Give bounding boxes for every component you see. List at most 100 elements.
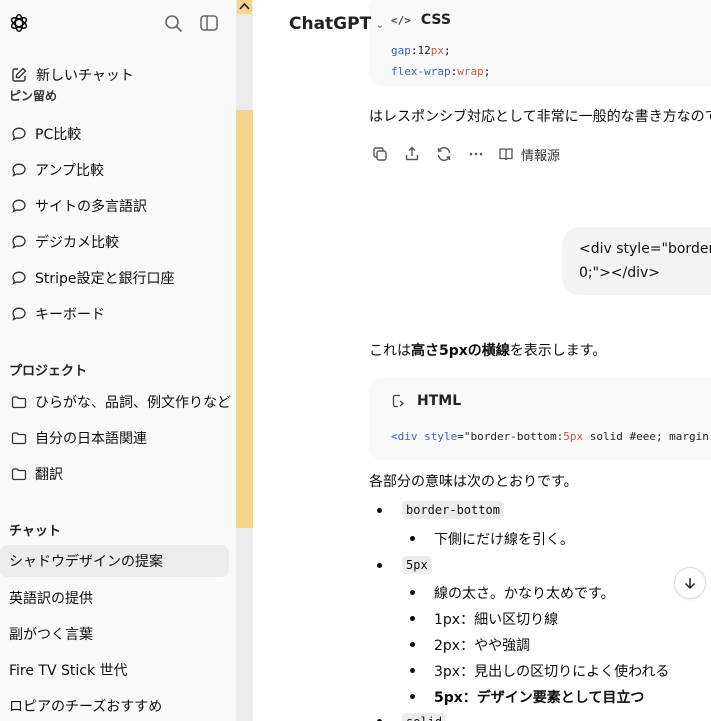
code-line: flex-wrap:wrap; xyxy=(391,65,491,78)
sidebar-item-label: アンプ比較 xyxy=(35,163,105,179)
code-value: wrap xyxy=(457,65,484,78)
code-block-css: </> CSS gap:12px; flex-wrap:wrap; xyxy=(369,0,711,86)
code-prop: gap xyxy=(391,44,411,57)
sidebar-item-project[interactable]: 自分の日本語関連 xyxy=(0,422,236,454)
sidebar-item-project[interactable]: ひらがな、品詞、例文作りなど xyxy=(0,386,236,418)
list-bullet xyxy=(410,694,415,699)
list-subitem: 5px：デザイン要素として目立つ xyxy=(434,690,645,706)
list-subitem: 線の太さ。かなり太めです。 xyxy=(434,586,615,602)
code-tag: <div xyxy=(391,430,418,443)
sidebar-item-label: 英語訳の提供 xyxy=(9,591,93,607)
code-line: <div style="border-bottom:5px solid #eee… xyxy=(391,430,709,443)
user-message: <div style="border 0;"></div> xyxy=(562,227,711,295)
share-icon xyxy=(405,146,419,161)
code-attr: style xyxy=(424,430,458,443)
list-subitem: 下側にだけ線を引く。 xyxy=(434,532,574,548)
sidebar-item-label: 翻訳 xyxy=(35,467,63,483)
user-message-line: <div style="border xyxy=(579,241,711,257)
sidebar-item-chat-active[interactable]: シャドウデザインの提案 xyxy=(0,545,229,577)
refresh-icon xyxy=(437,147,451,161)
sidebar-item-chat[interactable]: 英語訳の提供 xyxy=(0,582,236,614)
text-span: これは xyxy=(369,343,411,359)
sidebar-item-chat[interactable]: 副がつく言葉 xyxy=(0,618,236,650)
sidebar-item-pinned[interactable]: サイトの多言語訳 xyxy=(0,190,236,222)
chat-bubble-icon xyxy=(12,307,26,321)
chevron-up-icon xyxy=(239,2,250,10)
edit-icon xyxy=(12,67,27,82)
sidebar-item-pinned[interactable]: キーボード xyxy=(0,298,236,330)
sidebar-item-pinned[interactable]: Stripe設定と銀行口座 xyxy=(0,262,236,294)
chat-bubble-icon xyxy=(12,163,26,177)
code-unit: 5px xyxy=(563,430,584,443)
code-lang-label: HTML xyxy=(417,393,462,409)
chevron-down-icon: ⌄ xyxy=(375,17,385,31)
sidebar-item-label: サイトの多言語訳 xyxy=(35,199,147,215)
code-lang-label: CSS xyxy=(420,12,451,28)
list-bullet xyxy=(377,508,382,513)
new-chat-button[interactable]: 新しいチャット xyxy=(0,60,236,90)
user-message-line: 0;"></div> xyxy=(579,265,661,281)
model-name: ChatGPT xyxy=(289,14,372,34)
projects-heading: プロジェクト xyxy=(9,364,88,379)
code-block-header: </> CSS xyxy=(391,12,451,28)
folder-icon xyxy=(11,432,27,445)
new-chat-label: 新しいチャット xyxy=(36,68,134,84)
list-subitem: 2px：やや強調 xyxy=(434,638,531,654)
assistant-paragraph: これは高さ5pxの横線を表示します。 xyxy=(369,340,606,360)
code-string: ="border-bottom: xyxy=(457,430,564,443)
code-prop: flex-wrap xyxy=(391,65,451,78)
text-bold: 高さ5pxの横線 xyxy=(411,343,510,359)
chat-bubble-icon xyxy=(12,271,26,285)
list-bullet xyxy=(377,563,382,568)
sidebar-item-label: シャドウデザインの提案 xyxy=(9,554,163,570)
folder-icon xyxy=(11,396,27,409)
sidebar-item-label: Stripe設定と銀行口座 xyxy=(35,271,175,287)
sidebar-item-project[interactable]: 翻訳 xyxy=(0,458,236,490)
assistant-paragraph: はレスポンシブ対応として非常に一般的な書き方なので xyxy=(369,109,711,125)
scroll-up-arrow[interactable] xyxy=(237,0,252,14)
scroll-to-bottom-button[interactable] xyxy=(674,567,706,599)
sources-label: 情報源 xyxy=(521,148,561,164)
sidebar-item-label: Fire TV Stick 世代 xyxy=(9,663,128,679)
folder-icon xyxy=(11,468,27,481)
message-actions: 情報源 xyxy=(369,143,560,165)
code-line: gap:12px; xyxy=(391,44,451,57)
sources-button[interactable]: 情報源 xyxy=(497,145,560,164)
sidebar-item-label: ロピアのチーズおすすめ xyxy=(9,699,163,715)
sidebar-item-chat[interactable]: ロピアのチーズおすすめ xyxy=(0,690,236,721)
sidebar: 新しいチャット ピン留め PC比較 アンプ比較 サイトの多言語訳 デジカメ比較 … xyxy=(0,0,236,721)
sidebar-item-label: ひらがな、品詞、例文作りなど xyxy=(35,395,231,411)
chat-bubble-icon xyxy=(12,235,26,249)
list-bullet xyxy=(410,642,415,647)
copy-button[interactable] xyxy=(369,143,391,165)
openai-logo-icon[interactable] xyxy=(8,12,30,34)
sidebar-item-pinned[interactable]: デジカメ比較 xyxy=(0,226,236,258)
sidebar-item-chat[interactable]: Fire TV Stick 世代 xyxy=(0,654,236,686)
chat-bubble-icon xyxy=(12,127,26,141)
more-icon xyxy=(469,152,483,156)
sidebar-toggle-icon[interactable] xyxy=(198,12,220,34)
model-selector[interactable]: ChatGPT ⌄ xyxy=(289,12,384,36)
regenerate-button[interactable] xyxy=(433,143,455,165)
more-button[interactable] xyxy=(465,143,487,165)
inline-code: solid xyxy=(402,713,447,721)
text-span: を表示します。 xyxy=(509,343,607,359)
code-file-icon xyxy=(392,394,405,408)
scrollbar-thumb[interactable] xyxy=(236,110,253,528)
inline-code: border-bottom xyxy=(402,501,504,519)
share-button[interactable] xyxy=(401,143,423,165)
sidebar-item-label: キーボード xyxy=(35,307,105,323)
list-subitem: 1px：細い区切り線 xyxy=(434,612,559,628)
chats-heading: チャット xyxy=(9,524,61,539)
sidebar-scrollbar[interactable] xyxy=(236,0,253,721)
sidebar-item-label: 自分の日本語関連 xyxy=(35,431,147,447)
sidebar-item-label: PC比較 xyxy=(35,127,82,143)
sidebar-item-pinned[interactable]: PC比較 xyxy=(0,118,236,150)
copy-icon xyxy=(373,147,387,161)
sidebar-item-pinned[interactable]: アンプ比較 xyxy=(0,154,236,186)
list-bullet xyxy=(410,590,415,595)
code-icon: </> xyxy=(391,13,411,27)
code-string: solid #eee; margin xyxy=(583,430,709,443)
sidebar-header xyxy=(0,0,236,48)
search-icon[interactable] xyxy=(162,12,184,34)
